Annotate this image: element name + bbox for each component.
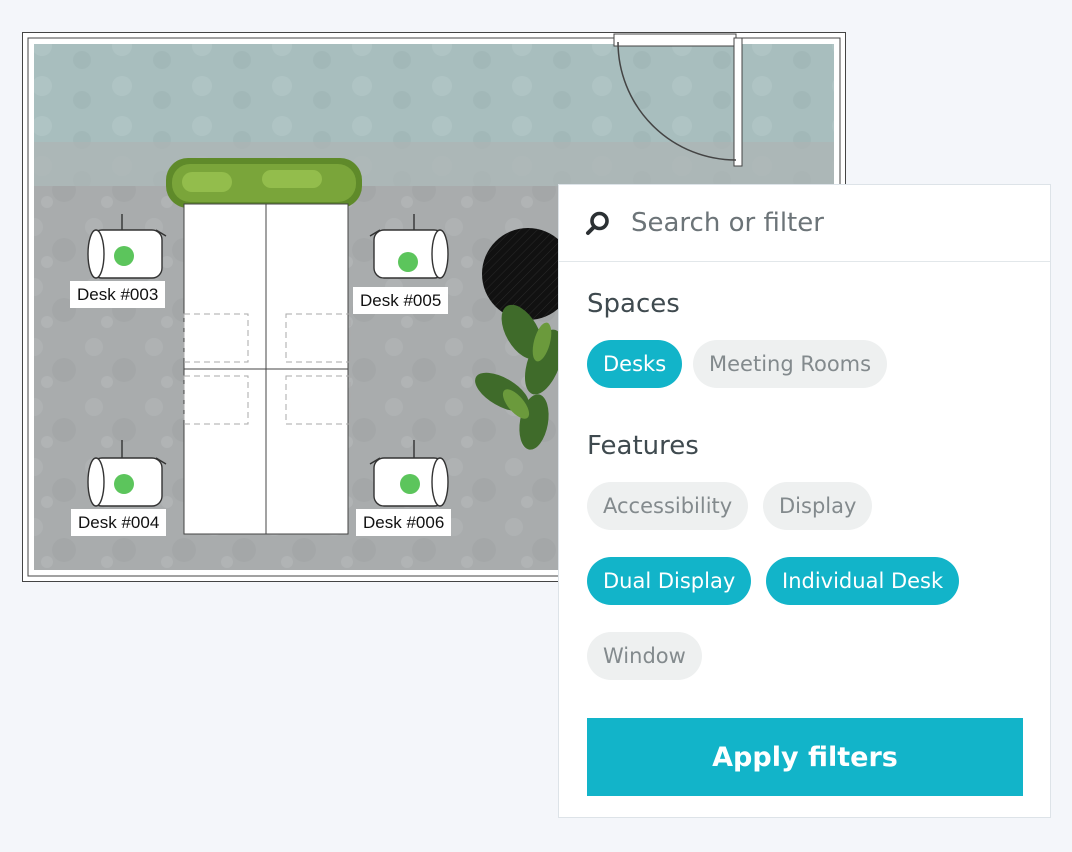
desk-003-label[interactable]: Desk #003 xyxy=(70,281,166,308)
desk-006-label[interactable]: Desk #006 xyxy=(356,509,452,536)
features-heading: Features xyxy=(587,431,699,461)
apply-filters-button[interactable]: Apply filters xyxy=(587,718,1023,796)
filter-panel: Spaces Desks Meeting Rooms Features Acce… xyxy=(558,184,1051,818)
spaces-heading: Spaces xyxy=(587,289,680,319)
chip-display[interactable]: Display xyxy=(763,482,873,530)
chip-desks[interactable]: Desks xyxy=(587,340,683,388)
desk-004-status-dot[interactable] xyxy=(114,474,134,494)
search-input[interactable] xyxy=(631,203,1021,243)
desk-003-status-dot[interactable] xyxy=(114,246,134,266)
chip-meeting-rooms[interactable]: Meeting Rooms xyxy=(693,340,888,388)
chip-dual-display[interactable]: Dual Display xyxy=(587,557,752,605)
desk-004-label[interactable]: Desk #004 xyxy=(71,509,167,536)
desk-005-label[interactable]: Desk #005 xyxy=(353,287,449,314)
chip-window[interactable]: Window xyxy=(587,632,702,680)
chip-accessibility[interactable]: Accessibility xyxy=(587,482,749,530)
search-bar xyxy=(559,185,1050,262)
chip-individual-desk[interactable]: Individual Desk xyxy=(766,557,960,605)
desk-006-status-dot[interactable] xyxy=(400,474,420,494)
desk-005-status-dot[interactable] xyxy=(398,252,418,272)
search-icon xyxy=(586,211,609,235)
